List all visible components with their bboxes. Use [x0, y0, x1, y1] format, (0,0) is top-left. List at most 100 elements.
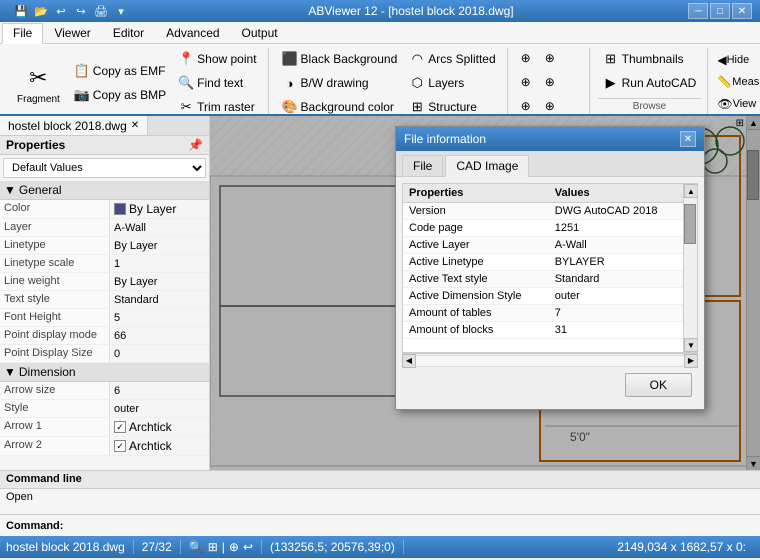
qa-dropdown[interactable]: ▾ [112, 2, 130, 20]
ribbon-pos6-btn[interactable]: ⊕ [540, 96, 560, 116]
prop-fontheight: Font Height 5 [0, 309, 209, 327]
structure-icon: ⊞ [409, 99, 425, 115]
prop-style: Style outer [0, 400, 209, 418]
dialog-vertical-scrollbar[interactable]: ▲ ▼ [683, 184, 697, 352]
ribbon-group-position: ⊕ ⊕ ⊕ ⊕ ⊕ ⊕ ⊕ ⊕ Position [510, 48, 590, 114]
command-input[interactable] [69, 520, 754, 532]
menu-file[interactable]: File [2, 23, 43, 44]
prop-version-name: Version [403, 203, 549, 220]
ribbon-copybmp-btn[interactable]: 📷 Copy as BMP [69, 84, 171, 106]
dialog-table: Properties Values Version DWG AutoCAD 20… [403, 184, 683, 339]
fragment-icon: ✂ [22, 62, 54, 94]
dialog-tab-cadimage[interactable]: CAD Image [445, 155, 529, 177]
dialog-scroll-up[interactable]: ▲ [684, 184, 698, 198]
maximize-btn[interactable]: □ [710, 3, 730, 19]
color-swatch [114, 203, 126, 215]
file-tab[interactable]: hostel block 2018.dwg ✕ [0, 116, 148, 135]
ok-button[interactable]: OK [625, 373, 692, 397]
status-icon5[interactable]: ↩ [243, 540, 253, 554]
status-icon3[interactable]: | [222, 540, 225, 554]
status-dimensions: 2149,034 x 1682,57 x 0: [617, 540, 754, 554]
ribbon-structure-btn[interactable]: ⊞ Structure [404, 96, 500, 118]
ribbon: ✂ Fragment 📋 Copy as EMF 📷 Copy as BMP 📍… [0, 44, 760, 116]
prop-lineweight: Line weight By Layer [0, 273, 209, 291]
command-prompt-label: Command: [6, 520, 63, 532]
dialog-horizontal-scrollbar[interactable]: ◀ ▶ [402, 353, 698, 367]
ribbon-pos3-btn[interactable]: ⊕ [516, 72, 536, 92]
prop-arrow1: Arrow 1 ✓ Archtick [0, 418, 209, 437]
ribbon-thumbnails-btn[interactable]: ⊞ Thumbnails [598, 48, 702, 70]
ribbon-pos1-btn[interactable]: ⊕ [516, 48, 536, 68]
dialog-scroll-thumb[interactable] [684, 204, 696, 244]
ribbon-pos2-btn[interactable]: ⊕ [540, 48, 560, 68]
hide-btn[interactable]: ◀ Hide [712, 50, 760, 70]
ribbon-pos5-btn[interactable]: ⊕ [516, 96, 536, 116]
ribbon-trimraster-btn[interactable]: ✂ Trim raster [173, 96, 261, 118]
prop-activelayer-name: Active Layer [403, 237, 549, 254]
table-row: Code page 1251 [403, 220, 683, 237]
prop-dimstyle-name: Active Dimension Style [403, 288, 549, 305]
arrow1-checkbox[interactable]: ✓ [114, 421, 126, 433]
tab-close-btn[interactable]: ✕ [131, 120, 139, 131]
ribbon-bwdrawing-btn[interactable]: ◑ B/W drawing [277, 72, 403, 94]
measure-btn[interactable]: 📏 Measure [712, 72, 760, 92]
prop-blocks-val: 31 [549, 322, 683, 339]
table-row: Version DWG AutoCAD 2018 [403, 203, 683, 220]
prop-linetype: Linetype By Layer [0, 237, 209, 255]
qa-print[interactable]: 🖨 [92, 2, 110, 20]
trimraster-icon: ✂ [178, 99, 194, 115]
dialog-scroll-left[interactable]: ◀ [402, 354, 416, 368]
prop-codepage-name: Code page [403, 220, 549, 237]
status-coordinates: (133256,5; 20576,39;0) [270, 540, 404, 554]
qa-undo[interactable]: ↩ [52, 2, 70, 20]
col-properties: Properties [403, 184, 549, 203]
view-btn[interactable]: 👁 View [712, 94, 760, 114]
ribbon-copyemf-btn[interactable]: 📋 Copy as EMF [69, 60, 171, 82]
prop-linetype-scale: Linetype scale 1 [0, 255, 209, 273]
file-information-dialog: File information ✕ File CAD Image [395, 126, 705, 410]
ribbon-findtext-btn[interactable]: 🔍 Find text [173, 72, 261, 94]
showpoint-icon: 📍 [178, 51, 194, 67]
ribbon-fragment-btn[interactable]: ✂ Fragment [10, 59, 67, 108]
ribbon-showpoint-btn[interactable]: 📍 Show point [173, 48, 261, 70]
ribbon-layers-btn[interactable]: ⬡ Layers [404, 72, 500, 94]
arrow2-checkbox[interactable]: ✓ [114, 440, 126, 452]
status-icon2[interactable]: ⊞ [208, 540, 218, 554]
status-pages: 27/32 [142, 540, 181, 554]
command-input-area: Command: [0, 514, 760, 536]
qa-redo[interactable]: ↪ [72, 2, 90, 20]
view-icon: 👁 [717, 97, 732, 111]
dialog-scroll-down[interactable]: ▼ [684, 338, 698, 352]
prop-tables-name: Amount of tables [403, 305, 549, 322]
ribbon-runautocad-btn[interactable]: ▶ Run AutoCAD [598, 72, 702, 94]
minimize-btn[interactable]: ─ [688, 3, 708, 19]
col-values: Values [549, 184, 683, 203]
menu-editor[interactable]: Editor [102, 22, 155, 43]
dialog-close-btn[interactable]: ✕ [680, 131, 696, 147]
qa-open[interactable]: 📂 [32, 2, 50, 20]
status-icon1[interactable]: 🔍 [189, 540, 204, 554]
status-icon4[interactable]: ⊕ [229, 540, 239, 554]
ribbon-arcssplitted-btn[interactable]: ◠ Arcs Splitted [404, 48, 500, 70]
table-header-row: Properties Values [403, 184, 683, 203]
prop-codepage-val: 1251 [549, 220, 683, 237]
menu-output[interactable]: Output [231, 22, 289, 43]
default-values-dropdown[interactable]: Default Values [3, 158, 206, 178]
ribbon-blackbg-btn[interactable]: ⬛ Black Background [277, 48, 403, 70]
command-line-area: Command line Open [0, 470, 760, 514]
panel-pin-icon[interactable]: 📌 [188, 138, 203, 152]
dimension-section-header[interactable]: ▼ Dimension [0, 363, 209, 382]
dialog-tab-file[interactable]: File [402, 155, 443, 176]
qa-save[interactable]: 💾 [12, 2, 30, 20]
table-row: Active Linetype BYLAYER [403, 254, 683, 271]
general-section-header[interactable]: ▼ General [0, 181, 209, 200]
close-btn[interactable]: ✕ [732, 3, 752, 19]
menu-advanced[interactable]: Advanced [155, 22, 230, 43]
prop-pointdisplaysize: Point Display Size 0 [0, 345, 209, 363]
menu-viewer[interactable]: Viewer [43, 22, 101, 43]
prop-activelayer-val: A-Wall [549, 237, 683, 254]
ribbon-bgcolor-btn[interactable]: 🎨 Background color [277, 96, 403, 118]
dialog-scroll-right[interactable]: ▶ [684, 354, 698, 368]
table-row: Active Dimension Style outer [403, 288, 683, 305]
ribbon-pos4-btn[interactable]: ⊕ [540, 72, 560, 92]
